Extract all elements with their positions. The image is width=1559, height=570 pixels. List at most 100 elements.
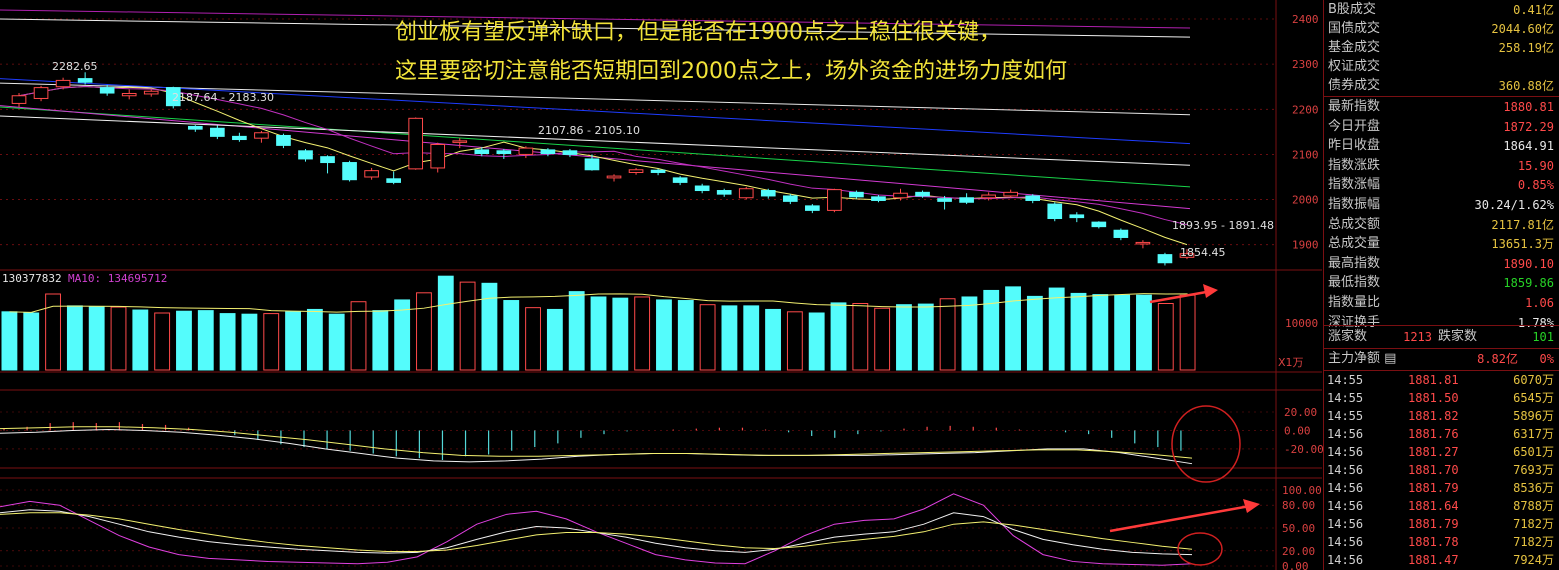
candle-body bbox=[1135, 241, 1151, 245]
volume-bar bbox=[1114, 294, 1131, 371]
up-count-label: 涨家数 bbox=[1328, 329, 1368, 344]
tick-time: 14:56 bbox=[1327, 535, 1364, 549]
candle-body bbox=[893, 192, 908, 199]
tick-volume: 8536万 bbox=[1513, 481, 1554, 495]
candle-body bbox=[606, 175, 622, 179]
tick-price: 1881.76 bbox=[1408, 427, 1459, 441]
stat-row: 权证成交 bbox=[1324, 57, 1558, 77]
trend-arrow-kdj bbox=[1109, 504, 1251, 533]
macd-tick-label: 20.00 bbox=[1284, 406, 1317, 419]
candle-body bbox=[540, 149, 556, 155]
stat-label: 基金成交 bbox=[1328, 40, 1381, 55]
volume-bar bbox=[568, 291, 585, 371]
tick-volume: 6317万 bbox=[1513, 427, 1554, 441]
tick-row: 14:56 1881.76 6317万 bbox=[1324, 427, 1558, 442]
up-count-value: 1213 bbox=[1403, 330, 1432, 344]
volume-bar bbox=[590, 296, 607, 371]
main-flow-row: 主力净额 ▤ 8.82亿 0% bbox=[1324, 349, 1558, 369]
candle-body bbox=[716, 190, 732, 195]
price-tick-label: 2300 bbox=[1292, 58, 1319, 71]
stat-label: 权证成交 bbox=[1328, 59, 1381, 74]
volume-bar bbox=[372, 310, 389, 371]
stat-label: B股成交 bbox=[1328, 2, 1376, 17]
candle-body bbox=[518, 147, 534, 155]
stat-value: 13651.3万 bbox=[1491, 237, 1554, 252]
tick-volume: 5896万 bbox=[1513, 409, 1554, 423]
kdj-tick-label: 20.00 bbox=[1282, 545, 1315, 558]
candle-body bbox=[672, 177, 688, 183]
volume-bar bbox=[328, 313, 345, 371]
candle-body bbox=[981, 194, 996, 199]
macd-dea-line bbox=[0, 426, 1193, 459]
tick-price: 1881.82 bbox=[1408, 409, 1459, 423]
volume-bar bbox=[241, 313, 258, 371]
tick-price: 1881.64 bbox=[1408, 499, 1459, 513]
volume-unit-label: X1万 bbox=[1278, 356, 1304, 369]
candle-body bbox=[760, 190, 776, 197]
tick-volume: 7182万 bbox=[1513, 517, 1554, 531]
stat-value: 258.19亿 bbox=[1498, 41, 1554, 55]
stat-label: 指数涨跌 bbox=[1328, 157, 1381, 173]
volume-bar bbox=[459, 281, 476, 371]
volume-bar bbox=[132, 309, 149, 371]
volume-bars: 130377832 MA10: 134695712 bbox=[1, 272, 1196, 371]
volume-bar bbox=[45, 293, 61, 371]
stat-row: 国债成交 2044.60亿 bbox=[1324, 19, 1558, 39]
volume-bar bbox=[961, 296, 978, 371]
tick-price: 1881.70 bbox=[1408, 463, 1459, 477]
tick-volume: 7924万 bbox=[1513, 553, 1554, 567]
volume-bar bbox=[765, 308, 781, 371]
candle-body bbox=[1003, 191, 1019, 197]
stat-label: 最新指数 bbox=[1328, 99, 1381, 114]
macd-tick-label: -20.00 bbox=[1284, 443, 1324, 456]
candle-body bbox=[143, 90, 159, 95]
volume-bar bbox=[1026, 295, 1043, 371]
ma10-line bbox=[18, 85, 1188, 226]
stat-row: 指数涨跌 15.90 bbox=[1324, 156, 1558, 176]
price-tick-label: 2200 bbox=[1292, 103, 1319, 116]
candle-body bbox=[1157, 254, 1173, 264]
tick-time: 14:56 bbox=[1327, 463, 1364, 477]
candle-body bbox=[298, 150, 313, 160]
candle-body bbox=[364, 170, 379, 178]
stat-label: 最高指数 bbox=[1328, 255, 1381, 271]
volume-bar bbox=[88, 305, 105, 371]
tick-price: 1881.79 bbox=[1408, 481, 1459, 495]
volume-bar bbox=[786, 311, 803, 371]
candle-body bbox=[1069, 214, 1085, 219]
tick-row: 14:56 1881.79 8536万 bbox=[1324, 481, 1558, 496]
volume-bar bbox=[830, 302, 847, 371]
candle-body bbox=[628, 169, 644, 173]
tick-row: 14:56 1881.47 7924万 bbox=[1324, 553, 1558, 568]
stat-value: 1872.29 bbox=[1503, 119, 1554, 134]
stat-row: 指数量比 1.06 bbox=[1324, 293, 1558, 313]
price-annotation: 2282.65 bbox=[52, 60, 98, 73]
candle-body bbox=[33, 87, 49, 99]
tick-price: 1881.81 bbox=[1408, 373, 1459, 387]
price-tick-label: 2400 bbox=[1292, 13, 1319, 26]
candle-body bbox=[11, 95, 27, 104]
volume-bar bbox=[1048, 287, 1065, 371]
tick-row: 14:56 1881.27 6501万 bbox=[1324, 445, 1558, 460]
market-sidebar: B股成交 0.41亿 国债成交 2044.60亿 基金成交 258.19亿 权证成交 债券成交… bbox=[1323, 0, 1559, 570]
stat-row: 债券成交 360.88亿 bbox=[1324, 76, 1558, 96]
volume-bar bbox=[852, 303, 869, 371]
main-flow-value: 8.82亿 bbox=[1477, 352, 1518, 366]
volume-bar bbox=[656, 299, 672, 371]
stat-value: 0.85% bbox=[1517, 178, 1554, 193]
stat-row: 今日开盘 1872.29 bbox=[1324, 117, 1558, 137]
stat-row: 指数涨幅 0.85% bbox=[1324, 175, 1558, 195]
volume-bar bbox=[503, 300, 520, 371]
stat-value: 30.24/1.62% bbox=[1474, 198, 1554, 212]
stat-value: 1.06 bbox=[1525, 296, 1554, 310]
volume-ma-label: MA10: 134695712 bbox=[68, 272, 167, 285]
candle-body bbox=[210, 127, 225, 137]
candle-body bbox=[496, 150, 512, 155]
separator bbox=[1324, 325, 1559, 326]
stat-row: 最低指数 1859.86 bbox=[1324, 273, 1558, 293]
volume-bar bbox=[612, 297, 629, 371]
candle-body bbox=[562, 150, 578, 155]
grid bbox=[0, 0, 1322, 570]
price-tick-label: 2100 bbox=[1292, 148, 1319, 161]
volume-bar bbox=[546, 308, 563, 371]
